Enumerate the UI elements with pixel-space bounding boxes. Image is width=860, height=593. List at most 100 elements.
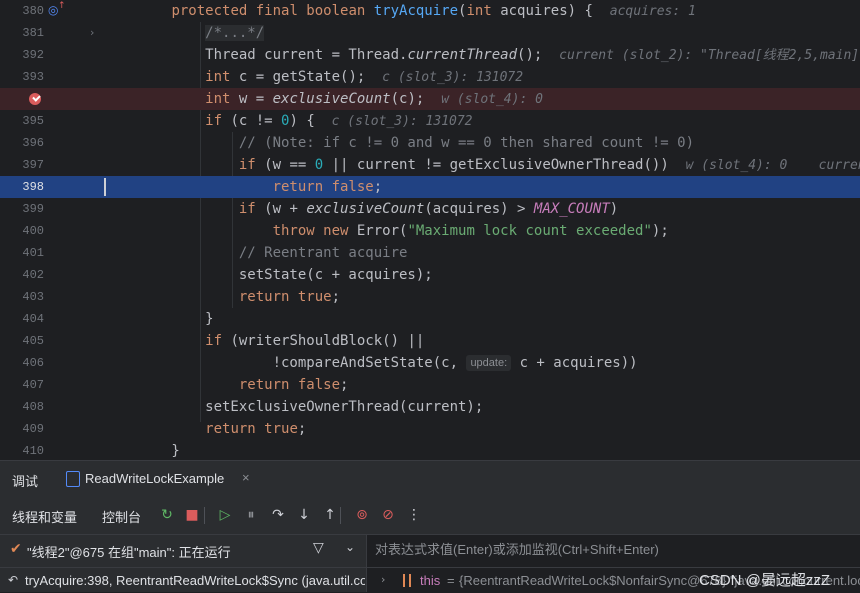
code-line[interactable]: 396 // (Note: if c != 0 and w == 0 then … [0, 132, 860, 154]
filter-icon[interactable]: ▽ [313, 540, 324, 556]
code-line[interactable]: 398 return false; [0, 176, 860, 198]
line-number[interactable]: 406 [0, 352, 44, 374]
code-editor[interactable]: 380 ◎ ↑ protected final boolean tryAcquire… [0, 0, 860, 460]
line-number[interactable]: 401 [0, 242, 44, 264]
mute-breakpoints-icon[interactable]: ⊘ [378, 505, 398, 525]
line-number[interactable]: 405 [0, 330, 44, 352]
line-number[interactable]: 393 [0, 66, 44, 88]
code-text: if (writerShouldBlock() || [104, 330, 424, 352]
code-token: if [238, 201, 265, 217]
line-number[interactable]: 410 [0, 440, 44, 460]
line-number[interactable]: 399 [0, 198, 44, 220]
code-token: // Reentrant acquire [238, 245, 408, 261]
line-number[interactable]: 407 [0, 374, 44, 396]
code-token: throw new [272, 223, 357, 239]
code-text: if (c != 0) { c (slot_3): 131072 [104, 110, 472, 133]
code-token: (w + [264, 201, 307, 217]
line-number[interactable]: 381 [0, 22, 44, 44]
tab-console[interactable]: 控制台 [102, 507, 141, 526]
code-token: ; [340, 377, 349, 393]
step-out-icon[interactable]: ↑ [320, 505, 340, 525]
code-line[interactable]: 400 throw new Error("Maximum lock count … [0, 220, 860, 242]
close-icon[interactable]: × [242, 470, 250, 485]
code-text: protected final boolean tryAcquire(int a… [104, 0, 696, 23]
code-line[interactable]: 406 !compareAndSetState(c, update: c + a… [0, 352, 860, 374]
line-number[interactable]: 403 [0, 286, 44, 308]
evaluate-expression-input[interactable] [375, 539, 855, 559]
variables-panel: › this = {ReentrantReadWriteLock$Nonfair… [366, 534, 860, 592]
chevron-right-icon[interactable]: › [381, 573, 385, 586]
code-line[interactable]: 399 if (w + exclusiveCount(acquires) > M… [0, 198, 860, 220]
code-line[interactable]: 405 if (writerShouldBlock() || [0, 330, 860, 352]
code-text: } [104, 308, 213, 330]
view-breakpoints-icon[interactable]: ⊚ [352, 505, 372, 525]
code-token: if [205, 113, 231, 129]
code-line[interactable]: 395 if (c != 0) { c (slot_3): 131072 [0, 110, 860, 132]
fold-expand-icon[interactable]: › [90, 22, 94, 44]
breakpoint-icon[interactable] [29, 93, 41, 105]
code-token: } [104, 443, 180, 459]
code-line[interactable]: 380 ◎ ↑ protected final boolean tryAcquire… [0, 0, 860, 22]
step-over-icon[interactable]: ↷ [268, 505, 288, 525]
code-token: // (Note: if c != 0 and w == 0 then shar… [238, 135, 695, 151]
code-line[interactable]: 408 setExclusiveOwnerThread(current); [0, 396, 860, 418]
code-text: throw new Error("Maximum lock count exce… [104, 220, 669, 242]
line-number[interactable]: 402 [0, 264, 44, 286]
chevron-down-icon[interactable]: ⌄ [345, 540, 355, 554]
code-line[interactable]: 381 › /*...*/ [0, 22, 860, 44]
line-number[interactable]: 400 [0, 220, 44, 242]
line-number[interactable]: 380 [0, 0, 44, 22]
stop-icon[interactable]: ■ [182, 505, 202, 525]
code-text: // (Note: if c != 0 and w == 0 then shar… [104, 132, 694, 154]
code-token: (); [517, 47, 560, 63]
code-line[interactable]: 407 return false; [0, 374, 860, 396]
frame-icon: ↶ [8, 573, 19, 587]
code-token: ; [331, 289, 341, 305]
thread-running-icon: ✔ [10, 541, 22, 557]
frame-row[interactable]: ↶ tryAcquire:398, ReentrantReadWriteLock… [0, 567, 366, 593]
line-number[interactable]: 398 [0, 176, 44, 198]
code-token: (c); [390, 91, 442, 107]
step-into-icon[interactable]: ↓ [294, 505, 314, 525]
more-icon[interactable]: ⋮ [404, 505, 424, 525]
line-number[interactable]: 409 [0, 418, 44, 440]
override-icon[interactable]: ◎ [48, 3, 58, 17]
line-number[interactable]: 404 [0, 308, 44, 330]
tab-threads-variables[interactable]: 线程和变量 [12, 507, 77, 526]
line-number[interactable]: 397 [0, 154, 44, 176]
tab-debug-session[interactable]: ReadWriteLockExample × [52, 461, 260, 499]
code-line[interactable]: 409 return true; [0, 418, 860, 440]
code-line[interactable]: 404 } [0, 308, 860, 330]
code-line[interactable]: 410 } [0, 440, 860, 460]
code-line[interactable]: 392 Thread current = Thread.currentThrea… [0, 44, 860, 66]
code-token: c = getState(); [238, 69, 383, 85]
line-number[interactable]: 396 [0, 132, 44, 154]
code-line[interactable]: 403 return true; [0, 286, 860, 308]
code-line[interactable]: 402 setState(c + acquires); [0, 264, 860, 286]
code-line[interactable]: 393 int c = getState(); c (slot_3): 1310… [0, 66, 860, 88]
line-number[interactable]: 408 [0, 396, 44, 418]
code-text: /*...*/ [104, 22, 265, 44]
code-token: setExclusiveOwnerThread(current); [104, 399, 484, 415]
thread-selector[interactable]: "线程2"@675 在组"main": 正在运行 [27, 542, 231, 561]
code-line[interactable]: 401 // Reentrant acquire [0, 242, 860, 264]
code-line[interactable]: 397 if (w == 0 || current != getExclusiv… [0, 154, 860, 176]
code-token: return false [238, 377, 341, 393]
code-token: tryAcquire [373, 3, 459, 19]
pause-icon[interactable]: ⏸ [241, 505, 261, 525]
code-token: (writerShouldBlock() || [230, 333, 425, 349]
variable-row[interactable]: › this = {ReentrantReadWriteLock$Nonfair… [367, 567, 860, 592]
rerun-icon[interactable]: ↻ [157, 505, 177, 525]
resume-icon[interactable]: ▷ [215, 505, 235, 525]
inline-debug-value: acquires: 1 [609, 4, 696, 19]
line-number[interactable]: 395 [0, 110, 44, 132]
code-line[interactable]: int w = exclusiveCount(c); w (slot_4): 0 [0, 88, 860, 110]
line-number[interactable]: 392 [0, 44, 44, 66]
